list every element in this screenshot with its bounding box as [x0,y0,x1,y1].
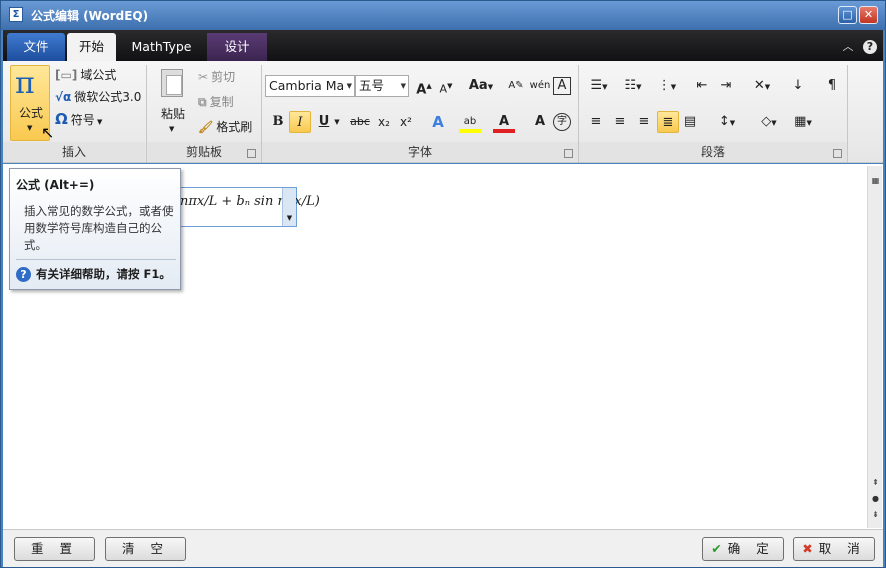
bold-icon[interactable]: B [267,111,289,133]
font-size-combo[interactable]: 五号 ▼ [355,75,409,97]
tooltip-description: 插入常见的数学公式，或者使用数学符号库构造自己的公式。 [24,204,174,252]
tooltip-divider [16,259,176,260]
font-name-combo[interactable]: Cambria Ma ▼ [265,75,355,97]
subscript-icon[interactable]: x₂ [373,111,395,133]
omega-icon: Ω [55,110,68,128]
symbol-button[interactable]: Ω 符号 ▼ [55,109,102,129]
pi-icon: π [15,66,35,101]
reset-button[interactable]: 重 置 [14,537,95,561]
strikethrough-icon[interactable]: abc [347,111,373,133]
ms-equation-button[interactable]: √α 微软公式3.0 [55,87,141,107]
numbering-icon[interactable]: ☷▼ [619,75,647,97]
char-border-icon[interactable]: A [553,77,571,95]
ribbon-controls: ︿ ? [843,38,877,54]
tab-home[interactable]: 开始 [67,33,116,61]
browse-object-icon[interactable]: ● [869,492,882,506]
tooltip-help: ? 有关详细帮助，请按 F1。 [16,266,171,282]
shading-icon[interactable]: ◇▼ [755,111,783,133]
equation-container[interactable]: nπx/L + bₙ sin nπx/L) ▼ [175,187,320,227]
prev-page-icon[interactable]: ⇞ [869,476,882,490]
app-icon: Σ [9,7,23,22]
field-icon: [▭] [55,68,78,82]
title-bar: Σ 公式编辑 (WordEQ) □ ✕ [1,1,885,30]
ok-button[interactable]: ✔ 确 定 [702,537,784,561]
cut-button[interactable]: ✂ 剪切 [198,67,235,87]
chevron-down-icon: ▼ [169,125,175,133]
maximize-button[interactable]: □ [838,6,857,24]
align-left-icon[interactable]: ≡ [585,111,607,133]
grow-font-icon[interactable]: A▲ [413,75,435,97]
sort-icon[interactable]: ↓ [787,75,809,97]
scissors-icon: ✂ [198,70,209,84]
group-label-clipboard: 剪贴板 [147,142,261,162]
mouse-cursor-icon: ↖ [41,123,55,142]
chevron-down-icon: ▼ [400,82,406,90]
line-spacing-icon[interactable]: ↕▼ [713,111,741,133]
copy-icon: ⧉ [198,95,207,109]
superscript-icon[interactable]: x² [395,111,417,133]
tab-design[interactable]: 设计 [207,33,267,61]
tooltip-title: 公式 (Alt+=) [16,178,95,192]
clear-format-icon[interactable]: A✎ [505,75,527,97]
dialog-launcher-icon[interactable] [833,149,842,158]
increase-indent-icon[interactable]: ⇥ [715,75,737,97]
copy-button[interactable]: ⧉ 复制 [198,92,234,112]
chinese-layout-icon[interactable]: ✕▼ [747,75,777,97]
tab-file[interactable]: 文件 [7,33,65,61]
sqrt-icon: √α [55,90,72,104]
help-icon[interactable]: ? [863,40,877,54]
change-case-icon[interactable]: Aa▼ [467,75,495,97]
justify-icon[interactable]: ≣ [657,111,679,133]
tab-mathtype[interactable]: MathType [118,33,205,61]
text-effect-icon[interactable]: A [427,111,449,133]
close-button[interactable]: ✕ [859,6,878,24]
chevron-down-icon: ▼ [27,124,33,132]
group-label-font: 字体 [262,142,578,162]
group-label-paragraph: 段落 [579,142,847,162]
ribbon-tabs: 文件 开始 MathType 设计 ︿ ? [3,30,883,61]
multilevel-list-icon[interactable]: ⋮▼ [653,75,681,97]
highlight-icon[interactable]: ab [459,111,481,133]
equation-label: 公式 [18,106,43,120]
cancel-button[interactable]: ✖ 取 消 [793,537,875,561]
collapse-ribbon-icon[interactable]: ︿ [843,40,854,53]
phonetic-guide-icon[interactable]: wén [529,75,551,97]
brush-icon: 🖌 [198,120,214,134]
equation-tooltip: 公式 (Alt+=) 插入常见的数学公式，或者使用数学符号库构造自己的公式。 ?… [9,168,181,290]
ruler-toggle-icon[interactable]: ▦ [869,174,882,188]
enclose-char-icon[interactable]: 字 [553,113,571,131]
clear-button[interactable]: 清 空 [105,537,186,561]
italic-icon[interactable]: I [289,111,311,133]
chevron-down-icon[interactable]: ▼ [282,188,296,226]
bullets-icon[interactable]: ☰▼ [585,75,613,97]
distribute-icon[interactable]: ▤ [679,111,701,133]
char-shading-icon[interactable]: A [529,111,551,133]
dialog-launcher-icon[interactable] [564,149,573,158]
window-title: 公式编辑 (WordEQ) [31,9,149,23]
align-right-icon[interactable]: ≡ [633,111,655,133]
help-icon: ? [16,267,31,282]
dialog-footer: 重 置 清 空 ✔ 确 定 ✖ 取 消 [3,529,883,567]
align-center-icon[interactable]: ≡ [609,111,631,133]
borders-icon[interactable]: ▦▼ [789,111,817,133]
show-marks-icon[interactable]: ¶ [821,75,843,97]
paste-button[interactable]: 粘贴 ▼ [153,67,193,139]
equation-preview: nπx/L + bₙ sin nπx/L) [180,194,320,209]
ribbon: π 公式 ▼ [▭] 域公式 √α 微软公式3.0 Ω 符号 ▼ 插入 粘贴 ▼ ✂ 剪… [3,61,883,163]
decrease-indent-icon[interactable]: ⇤ [691,75,713,97]
format-painter-button[interactable]: 🖌 格式刷 [198,117,252,137]
font-color-icon[interactable]: A [493,111,515,133]
next-page-icon[interactable]: ⇟ [869,508,882,522]
group-label-insert: 插入 [3,142,145,162]
field-equation-button[interactable]: [▭] 域公式 [55,65,116,85]
vertical-scrollbar[interactable]: ▦ ⇞ ● ⇟ [867,166,882,528]
checkmark-icon: ✔ [711,541,722,556]
app-window: Σ 公式编辑 (WordEQ) □ ✕ 文件 开始 MathType 设计 ︿ … [0,0,886,568]
cross-icon: ✖ [802,541,813,556]
chevron-down-icon: ▼ [346,82,352,90]
chevron-down-icon[interactable]: ▼ [331,111,343,133]
shrink-font-icon[interactable]: A▼ [435,75,457,97]
group-divider [847,65,848,163]
dialog-launcher-icon[interactable] [247,149,256,158]
